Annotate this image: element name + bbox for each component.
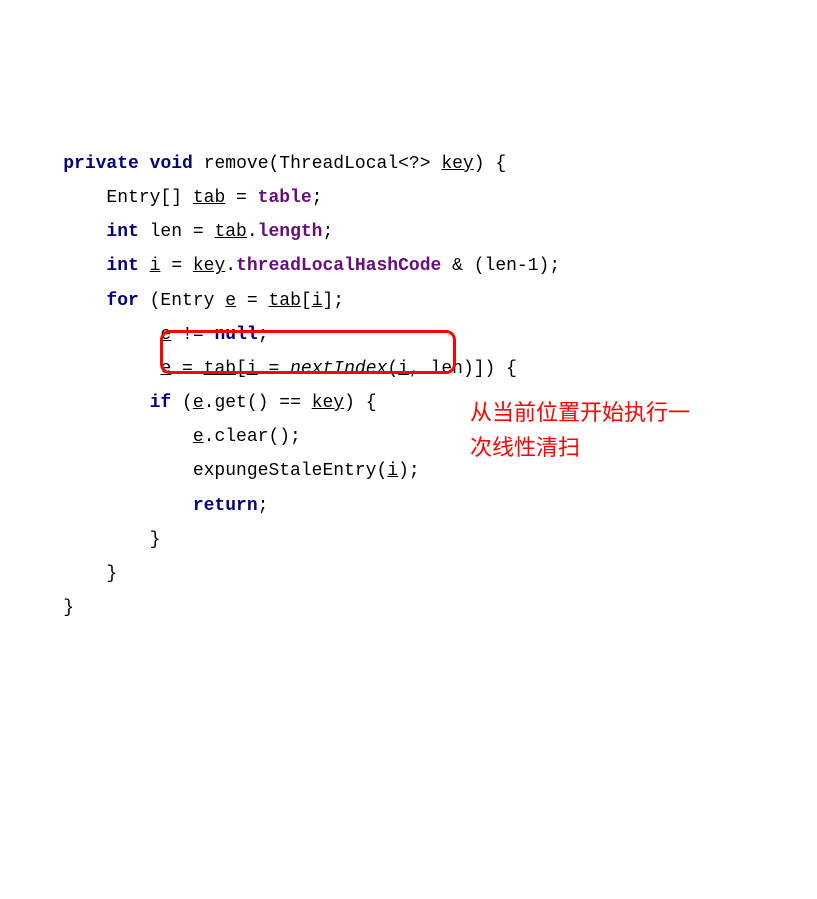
line-2: Entry[] tab = table; [20,188,322,208]
line-4: int i = key.threadLocalHashCode & (len-1… [20,256,560,276]
annotation-text: 从当前位置开始执行一次线性清扫 [470,395,700,465]
params-open: (ThreadLocal<?> [269,154,442,174]
var-i: i [387,461,398,481]
var-tab: tab [214,222,246,242]
var-i: i [312,291,323,311]
keyword-int: int [106,222,138,242]
keyword-return: return [193,496,258,516]
line-12: } [20,530,160,550]
params-close: ) { [474,154,506,174]
type-entry-array: Entry[] [106,188,192,208]
line-5: for (Entry e = tab[i]; [20,291,344,311]
line-14: } [20,598,74,618]
var-tab: tab [204,359,236,379]
keyword-int: int [106,256,138,276]
var-key: key [193,256,225,276]
field-length: length [258,222,323,242]
line-8: if (e.get() == key) { [20,393,377,413]
line-7: e = tab[i = nextIndex(i, len)]) { [20,359,517,379]
line-6: e != null; [20,325,269,345]
field-table: table [258,188,312,208]
var-e: e [160,359,171,379]
line-13: } [20,564,117,584]
fn-expungestaleentry: expungeStaleEntry( [193,461,387,481]
var-tab: tab [268,291,300,311]
line-3: int len = tab.length; [20,222,333,242]
var-e: e [193,427,204,447]
line-10: expungeStaleEntry(i); [20,461,420,481]
var-tab: tab [193,188,225,208]
keyword-if: if [150,393,172,413]
var-e: e [193,393,204,413]
keyword-void: void [150,154,193,174]
param-key: key [441,154,473,174]
var-e: e [225,291,236,311]
var-i: i [150,256,161,276]
line-9: e.clear(); [20,427,301,447]
method-name: remove [204,154,269,174]
fn-nextindex: nextIndex [290,359,387,379]
field-threadlocalhashcode: threadLocalHashCode [236,256,441,276]
var-i: i [247,359,258,379]
line-1: private void remove(ThreadLocal<?> key) … [20,154,506,174]
keyword-null: null [214,325,257,345]
var-e: e [160,325,171,345]
var-key: key [312,393,344,413]
keyword-private: private [63,154,139,174]
keyword-for: for [106,291,138,311]
line-11: return; [20,496,268,516]
var-i: i [398,359,409,379]
code-block: private void remove(ThreadLocal<?> key) … [20,147,797,626]
